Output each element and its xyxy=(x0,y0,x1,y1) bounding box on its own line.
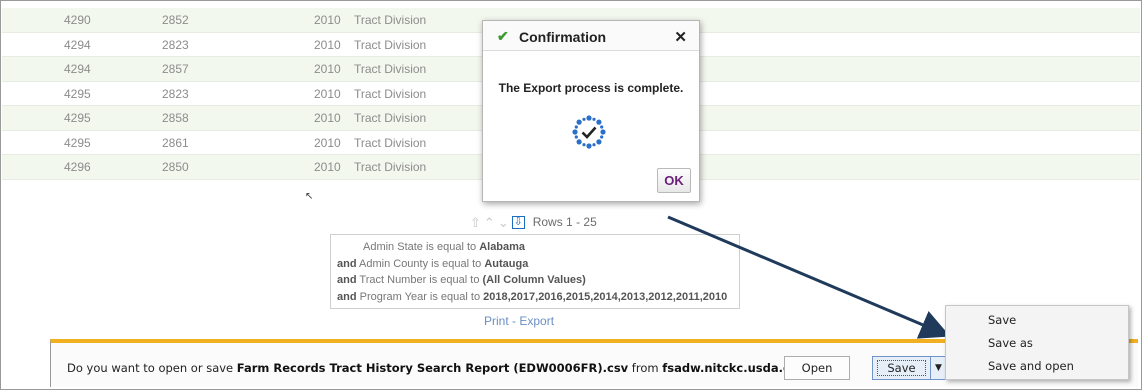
save-options-menu: Save Save as Save and open xyxy=(945,305,1129,380)
download-prompt-prefix: Do you want to open or save xyxy=(67,361,237,375)
save-button[interactable]: Save xyxy=(872,356,931,380)
download-prompt: Do you want to open or save Farm Records… xyxy=(67,361,813,375)
open-button[interactable]: Open xyxy=(784,356,850,380)
menu-item-save-and-open[interactable]: Save and open xyxy=(988,359,1074,373)
save-button-label: Save xyxy=(877,360,926,376)
download-prompt-middle: from xyxy=(628,361,663,375)
download-filename: Farm Records Tract History Search Report… xyxy=(236,361,629,375)
menu-item-save-as[interactable]: Save as xyxy=(988,336,1033,350)
menu-item-save[interactable]: Save xyxy=(988,313,1016,327)
